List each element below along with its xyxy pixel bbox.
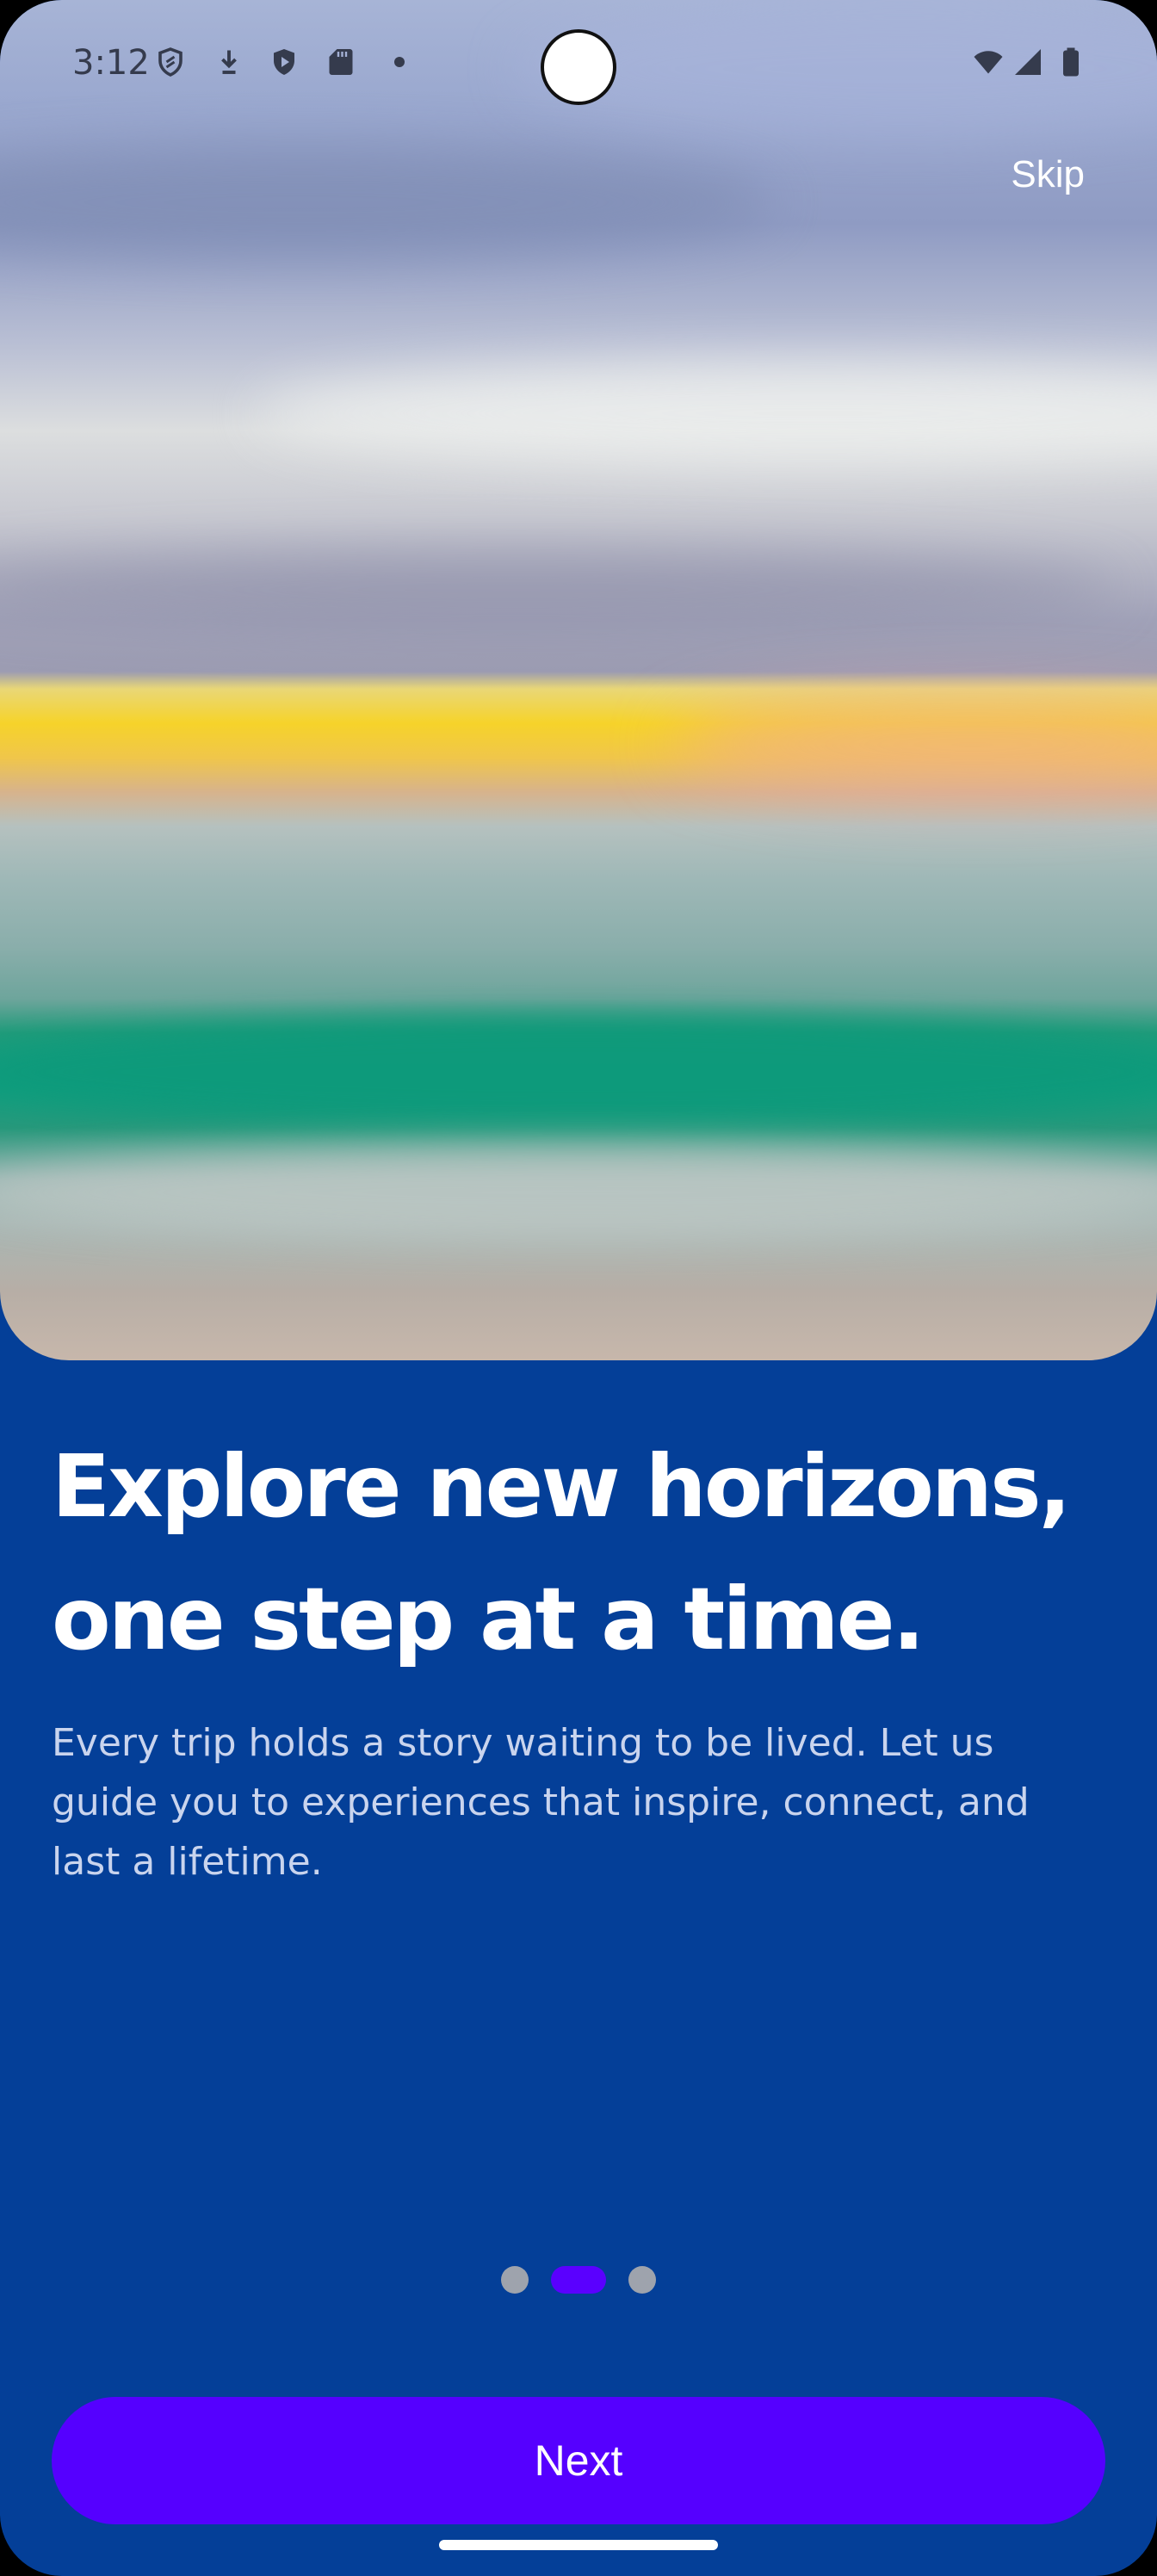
- description-line-1: Every trip holds a story waiting to be l…: [52, 1721, 994, 1765]
- page-indicator-dot-2-active[interactable]: [551, 2266, 606, 2294]
- description-line-2: guide you to experiences that inspire, c…: [52, 1780, 1030, 1824]
- next-button[interactable]: Next: [52, 2397, 1105, 2524]
- onboarding-screen: 3:12 Skip Explore new horizons, one step…: [0, 0, 1157, 2576]
- battery-icon: [1063, 47, 1079, 77]
- status-bar: 3:12: [0, 0, 1157, 129]
- headline-line-1: Explore new horizons,: [52, 1436, 1072, 1537]
- skip-button[interactable]: Skip: [964, 153, 1085, 208]
- page-indicator-dot-3[interactable]: [628, 2266, 656, 2294]
- onboarding-headline: Explore new horizons, one step at a time.: [52, 1421, 1102, 1686]
- page-indicator-dot-1[interactable]: [501, 2266, 529, 2294]
- sd-card-icon: [329, 49, 353, 75]
- front-camera-cutout: [541, 29, 616, 105]
- headline-line-2: one step at a time.: [52, 1569, 925, 1669]
- play-protect-icon: [274, 49, 294, 75]
- shield-icon: [158, 47, 183, 77]
- download-arrow-icon: [221, 50, 237, 74]
- home-indicator[interactable]: [439, 2540, 718, 2550]
- next-button-label: Next: [534, 2437, 623, 2485]
- wifi-icon: [974, 51, 1003, 74]
- status-time: 3:12: [72, 43, 150, 83]
- cellular-signal-icon: [1015, 49, 1041, 75]
- dot-icon: [394, 57, 405, 67]
- onboarding-description: Every trip holds a story waiting to be l…: [52, 1713, 1102, 1892]
- description-line-3: last a lifetime.: [52, 1840, 323, 1884]
